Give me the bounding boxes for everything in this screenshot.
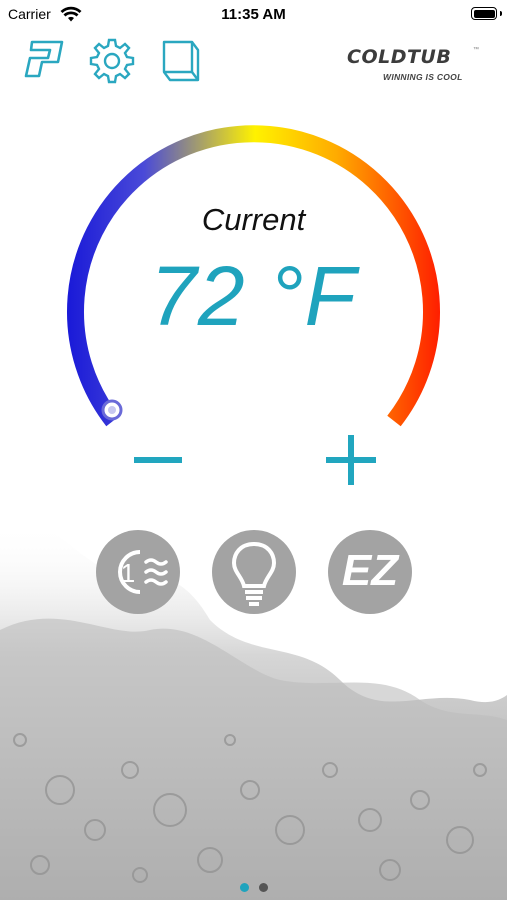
current-label: Current bbox=[201, 202, 306, 237]
jet-level-label: 1 bbox=[121, 558, 135, 588]
temperature-value: 72 °F bbox=[150, 249, 357, 343]
ez-icon: EZ bbox=[341, 546, 399, 595]
page-dot-2[interactable] bbox=[258, 883, 268, 892]
ez-mode-button[interactable]: EZ bbox=[328, 530, 412, 614]
light-button[interactable] bbox=[212, 530, 296, 614]
light-bulb-icon bbox=[231, 541, 277, 606]
minus-icon bbox=[134, 457, 182, 463]
jet-wave-icon: 1 bbox=[118, 550, 168, 594]
decrease-temperature-button[interactable] bbox=[130, 453, 186, 467]
increase-temperature-button[interactable] bbox=[324, 433, 378, 487]
jets-button[interactable]: 1 bbox=[96, 530, 180, 614]
page-indicator[interactable] bbox=[0, 879, 507, 897]
page-dot-1[interactable] bbox=[239, 883, 249, 892]
